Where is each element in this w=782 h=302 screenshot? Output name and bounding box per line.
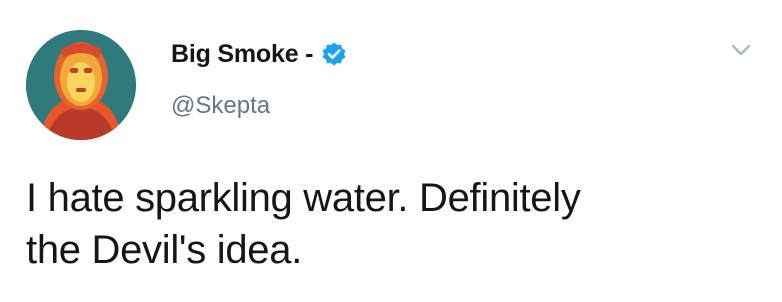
- display-name[interactable]: Big Smoke -: [171, 40, 313, 69]
- tweet-card: Big Smoke - @Skepta I hate sparkling wat…: [0, 0, 782, 302]
- user-handle[interactable]: @Skepta: [171, 92, 270, 120]
- chevron-down-icon[interactable]: [730, 42, 752, 58]
- verified-badge-icon: [321, 41, 347, 67]
- avatar-image: [26, 30, 136, 140]
- tweet-text-line: the Devil's idea.: [26, 228, 303, 272]
- avatar[interactable]: [26, 30, 136, 140]
- author-name-row: Big Smoke -: [171, 34, 347, 74]
- tweet-text-line: I hate sparkling water. Definitely: [26, 176, 581, 220]
- tweet-text: I hate sparkling water. Definitely the D…: [26, 172, 746, 276]
